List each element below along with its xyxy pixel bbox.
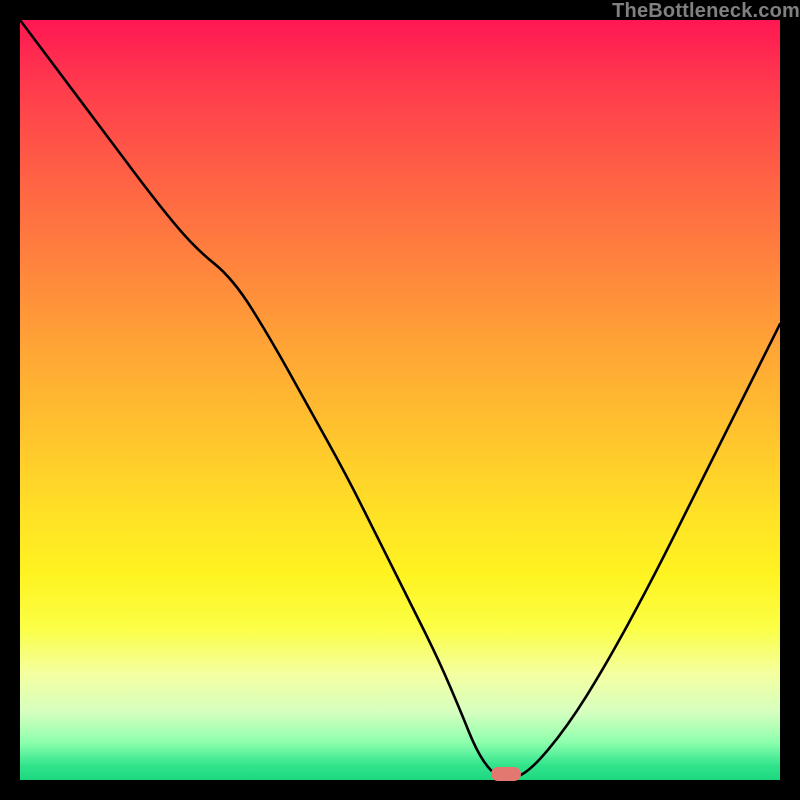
bottleneck-curve	[20, 20, 780, 780]
chart-plot-area	[20, 20, 780, 780]
outer-black-frame: TheBottleneck.com	[0, 0, 800, 800]
optimal-point-marker	[491, 767, 521, 781]
